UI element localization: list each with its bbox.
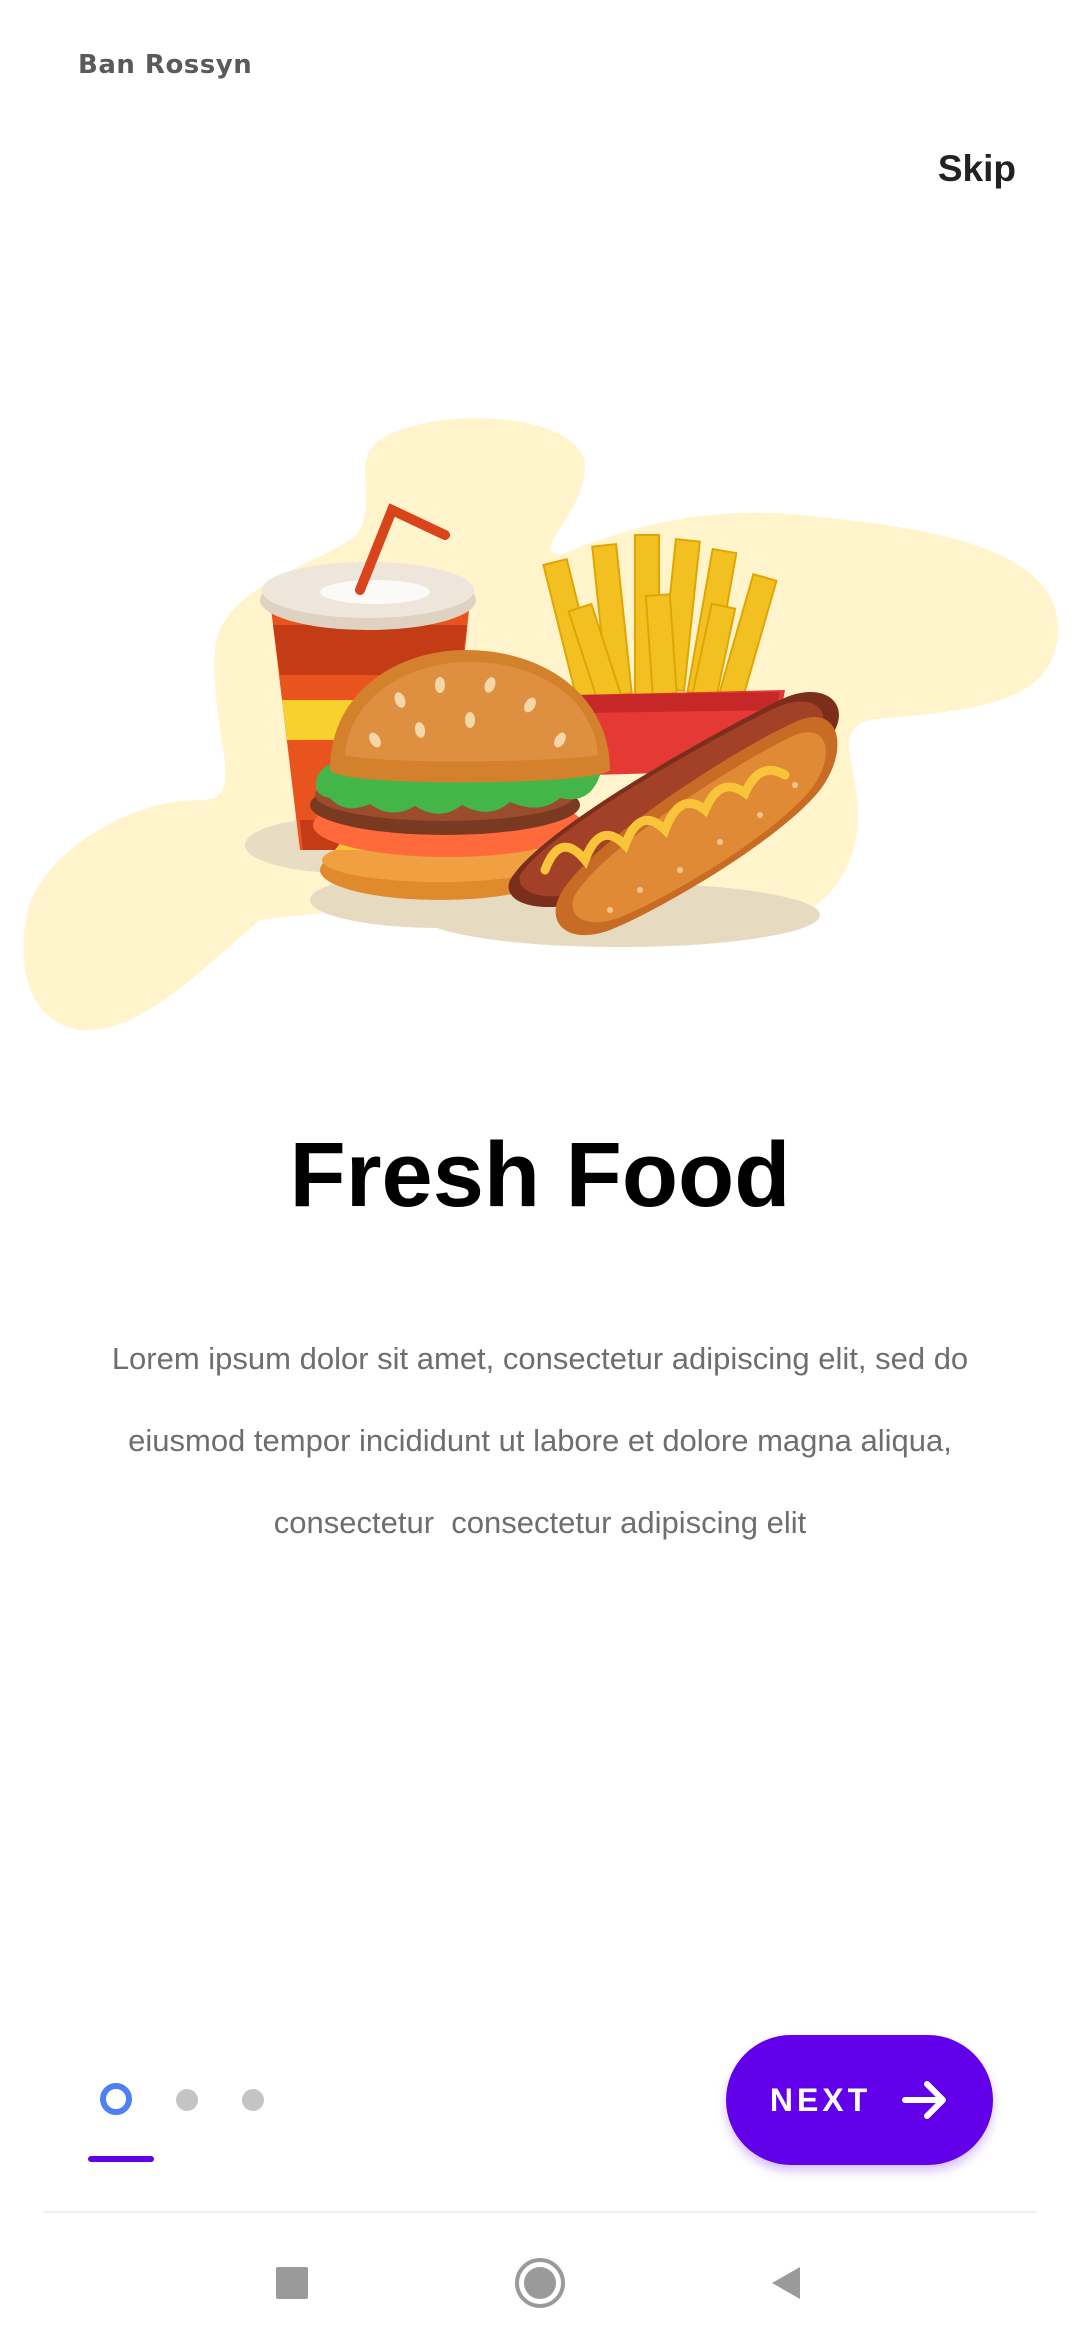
description-text: Lorem ipsum dolor sit amet, consectetur … (90, 1318, 990, 1564)
description-line: consectetur consectetur adipiscing elit (273, 1505, 807, 1540)
recents-square-icon[interactable] (262, 2253, 322, 2313)
arrow-right-icon (902, 2081, 947, 2119)
status-bar-brand: Ban Rossyn (78, 50, 253, 80)
skip-button[interactable]: Skip (938, 148, 1016, 190)
description-line: Lorem ipsum dolor sit amet, consectetur … (111, 1341, 969, 1376)
next-button-label: NEXT (769, 2081, 872, 2118)
system-nav-bar (0, 2213, 1080, 2340)
back-triangle-icon[interactable] (756, 2253, 816, 2313)
next-button[interactable]: NEXT (726, 2035, 993, 2165)
page-dot-active[interactable] (100, 2083, 132, 2115)
page-dot[interactable] (176, 2089, 198, 2111)
fast-food-illustration (0, 410, 1080, 1050)
page-indicator-underline (88, 2156, 154, 2162)
page-dot[interactable] (242, 2089, 264, 2111)
page-title: Fresh Food (289, 1124, 791, 1226)
description-line: eiusmod tempor incididunt ut labore et d… (128, 1423, 952, 1458)
home-circle-icon[interactable] (510, 2253, 570, 2313)
